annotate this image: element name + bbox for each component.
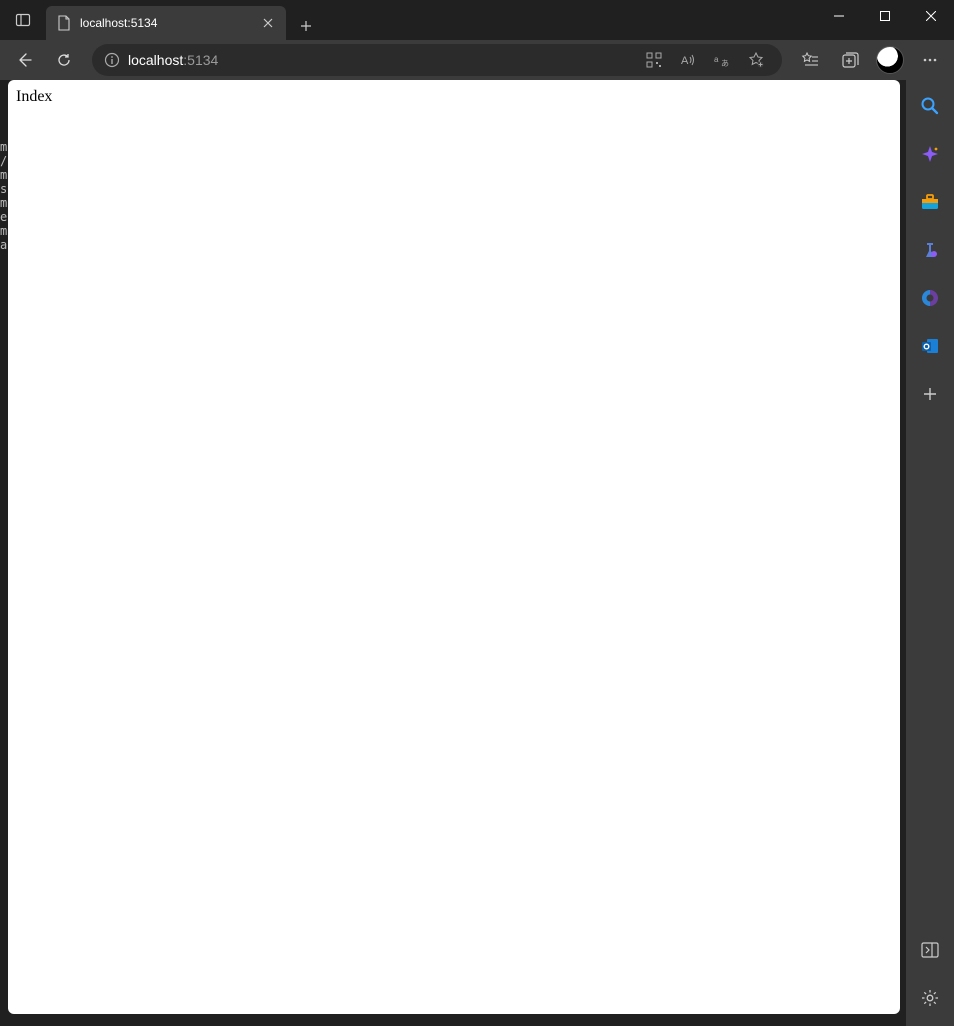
- plus-icon: [300, 20, 312, 32]
- office-icon: [920, 288, 940, 308]
- sidebar-office-button[interactable]: [910, 280, 950, 316]
- page-icon: [56, 15, 72, 31]
- more-options-button[interactable]: [912, 44, 948, 76]
- back-button[interactable]: [6, 44, 42, 76]
- browser-tab[interactable]: localhost:5134: [46, 6, 286, 40]
- sidebar-search-button[interactable]: [910, 88, 950, 124]
- maximize-button[interactable]: [862, 0, 908, 32]
- svg-text:A: A: [681, 55, 689, 67]
- tab-close-button[interactable]: [260, 15, 276, 31]
- page-viewport: Index: [8, 80, 900, 1014]
- read-aloud-icon: A: [680, 52, 696, 68]
- close-icon: [263, 18, 273, 28]
- sidebar-outlook-button[interactable]: [910, 328, 950, 364]
- sidebar-tools-button[interactable]: [910, 184, 950, 220]
- tab-strip: localhost:5134: [46, 0, 320, 40]
- close-icon: [926, 11, 936, 21]
- address-port: :5134: [183, 52, 218, 68]
- address-actions: A a あ: [640, 44, 770, 76]
- sidebar-games-button[interactable]: [910, 232, 950, 268]
- close-window-button[interactable]: [908, 0, 954, 32]
- address-bar[interactable]: localhost:5134 A: [92, 44, 782, 76]
- sidebar-collapse-button[interactable]: [910, 932, 950, 968]
- sidebar-discover-button[interactable]: [910, 136, 950, 172]
- dots-icon: [922, 52, 938, 68]
- qr-code-button[interactable]: [640, 44, 668, 76]
- page-body-text: Index: [8, 80, 900, 114]
- refresh-button[interactable]: [46, 44, 82, 76]
- outlook-icon: [920, 336, 940, 356]
- favorites-button[interactable]: [792, 44, 828, 76]
- tab-title: localhost:5134: [80, 16, 252, 30]
- avatar-icon: [876, 46, 904, 74]
- read-aloud-button[interactable]: A: [674, 44, 702, 76]
- address-text: localhost:5134: [128, 52, 632, 68]
- sidebar-settings-button[interactable]: [910, 980, 950, 1016]
- maximize-icon: [880, 11, 890, 21]
- site-info-button[interactable]: [104, 52, 120, 68]
- toolbox-icon: [920, 193, 940, 211]
- star-lines-icon: [801, 51, 819, 69]
- window-controls: [816, 0, 954, 32]
- edge-sidebar: [906, 80, 954, 1026]
- collections-icon: [841, 51, 859, 69]
- plus-icon: [922, 386, 938, 402]
- refresh-icon: [56, 52, 72, 68]
- tab-actions-icon: [15, 12, 31, 28]
- games-icon: [920, 240, 940, 260]
- qr-icon: [646, 52, 662, 68]
- gear-icon: [921, 989, 939, 1007]
- new-tab-button[interactable]: [292, 12, 320, 40]
- background-text: m / m s m e m a: [0, 140, 7, 252]
- minimize-button[interactable]: [816, 0, 862, 32]
- search-icon: [920, 96, 940, 116]
- navigation-toolbar: localhost:5134 A: [0, 40, 954, 80]
- address-host: localhost: [128, 52, 183, 68]
- translate-button[interactable]: a あ: [708, 44, 736, 76]
- arrow-left-icon: [16, 52, 32, 68]
- profile-button[interactable]: [872, 44, 908, 76]
- star-plus-icon: [748, 52, 764, 68]
- add-favorite-button[interactable]: [742, 44, 770, 76]
- window-title-bar: localhost:5134: [0, 0, 954, 40]
- translate-icon: a あ: [714, 52, 730, 68]
- info-icon: [104, 52, 120, 68]
- sparkle-icon: [920, 144, 940, 164]
- sidebar-add-button[interactable]: [910, 376, 950, 412]
- tab-actions-button[interactable]: [0, 12, 46, 28]
- panel-collapse-icon: [921, 942, 939, 958]
- svg-text:あ: あ: [721, 59, 729, 68]
- svg-text:a: a: [714, 55, 719, 64]
- collections-button[interactable]: [832, 44, 868, 76]
- minimize-icon: [834, 11, 844, 21]
